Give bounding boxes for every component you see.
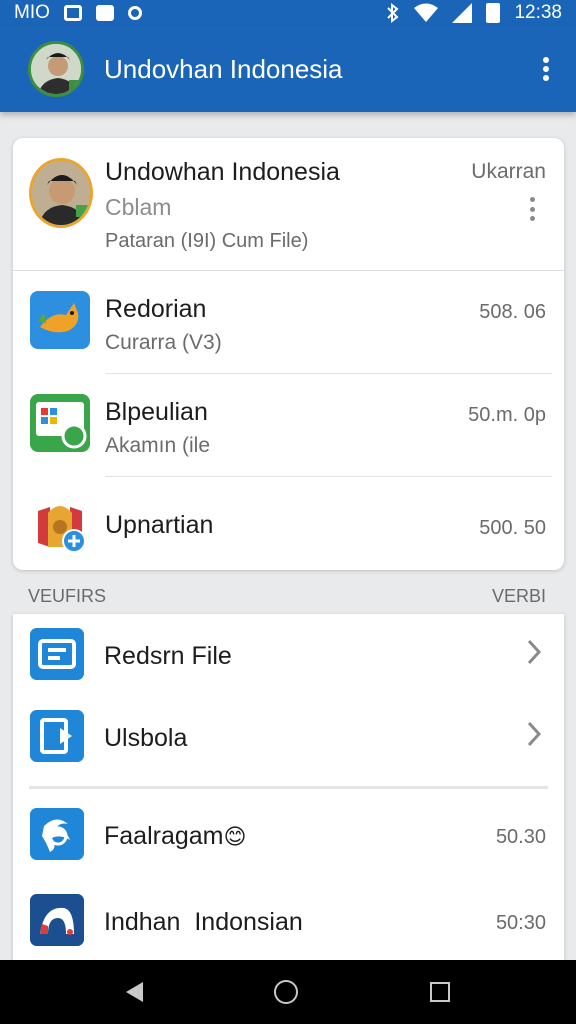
battery-icon — [486, 3, 501, 23]
signal-icon — [452, 3, 473, 23]
profile-row[interactable]: Undowhan Indonesia Cblam Pataran (I9I) C… — [13, 138, 564, 271]
card-file-icon — [30, 628, 84, 680]
bluetooth-icon — [387, 3, 399, 23]
recent-apps-icon[interactable] — [430, 982, 451, 1002]
arch-app-icon — [30, 894, 84, 946]
item-title: Upnartian — [105, 511, 214, 539]
avatar[interactable] — [28, 41, 84, 97]
list-item[interactable]: Blpeulian Akamın (ile 50.m. 0p — [13, 374, 564, 477]
item-value: 508. 06 — [479, 301, 546, 323]
list-item[interactable]: Redorian Curarra (V3) 508. 06 — [13, 271, 564, 374]
list-item[interactable]: Upnartian 500. 50 — [13, 477, 564, 580]
document-file-icon — [30, 710, 84, 762]
app-value: 50:30 — [495, 912, 546, 934]
temple-app-icon — [30, 497, 90, 555]
profile-card: Undowhan Indonesia Cblam Pataran (I9I) C… — [13, 138, 564, 570]
app-title: Undovhan Indonesia — [104, 53, 343, 84]
profile-avatar[interactable] — [29, 158, 93, 228]
back-icon[interactable] — [125, 982, 143, 1002]
file-title: Redsrn File — [104, 642, 232, 670]
item-title: Blpeulian — [105, 398, 208, 426]
item-subtitle: Akamın (ile — [105, 434, 211, 457]
section-header: VEUFIRS VERBI — [28, 586, 546, 610]
item-title: Redorian — [105, 295, 207, 323]
item-value: 50.m. 0p — [468, 404, 546, 426]
mail-icon — [95, 5, 114, 21]
app-title-text: Faalragam — [104, 822, 224, 850]
app-row[interactable]: Indhan Indonsian 50:30 — [13, 880, 564, 962]
profile-more-icon[interactable] — [520, 194, 544, 224]
files-card: Redsrn File Ulsbola Faalragam😊 50.30 Ind… — [13, 614, 564, 964]
carrier-label: MIO — [14, 2, 50, 23]
app-value: 50.30 — [495, 826, 546, 848]
app-title: Indhan Indonsian — [104, 908, 303, 936]
profile-subtitle: Cblam — [105, 194, 172, 220]
fox-app-icon — [30, 291, 90, 349]
status-bar: MIO 12:38 — [0, 0, 576, 26]
smiley-badge-icon: 😊 — [223, 824, 247, 849]
section-header-left: VEUFIRS — [28, 586, 107, 606]
profile-description: Pataran (I9I) Cum File) — [105, 230, 309, 252]
system-nav-bar — [0, 960, 576, 1024]
item-value: 500. 50 — [479, 517, 546, 539]
photo-icon — [63, 5, 82, 21]
app-row[interactable]: Faalragam😊 50.30 — [13, 794, 564, 876]
section-header-right: VERBI — [491, 586, 546, 606]
home-icon[interactable] — [274, 980, 299, 1004]
chevron-right-icon[interactable] — [526, 638, 542, 666]
file-row[interactable]: Ulsbola — [13, 696, 564, 778]
item-subtitle: Curarra (V3) — [105, 331, 222, 354]
file-title: Ulsbola — [104, 724, 188, 752]
clock: 12:38 — [514, 2, 562, 23]
profile-right-label: Ukarran — [471, 160, 546, 183]
slides-app-icon — [30, 394, 90, 452]
record-icon — [127, 6, 142, 20]
divider — [29, 786, 548, 789]
wifi-icon — [414, 3, 439, 22]
profile-name: Undowhan Indonesia — [105, 158, 340, 186]
file-row[interactable]: Redsrn File — [13, 614, 564, 696]
app-title: Faalragam😊 — [104, 822, 246, 851]
more-vert-icon[interactable] — [534, 54, 558, 84]
swirl-app-icon — [30, 808, 84, 860]
chevron-right-icon[interactable] — [526, 720, 542, 748]
app-bar: Undovhan Indonesia — [0, 26, 576, 112]
